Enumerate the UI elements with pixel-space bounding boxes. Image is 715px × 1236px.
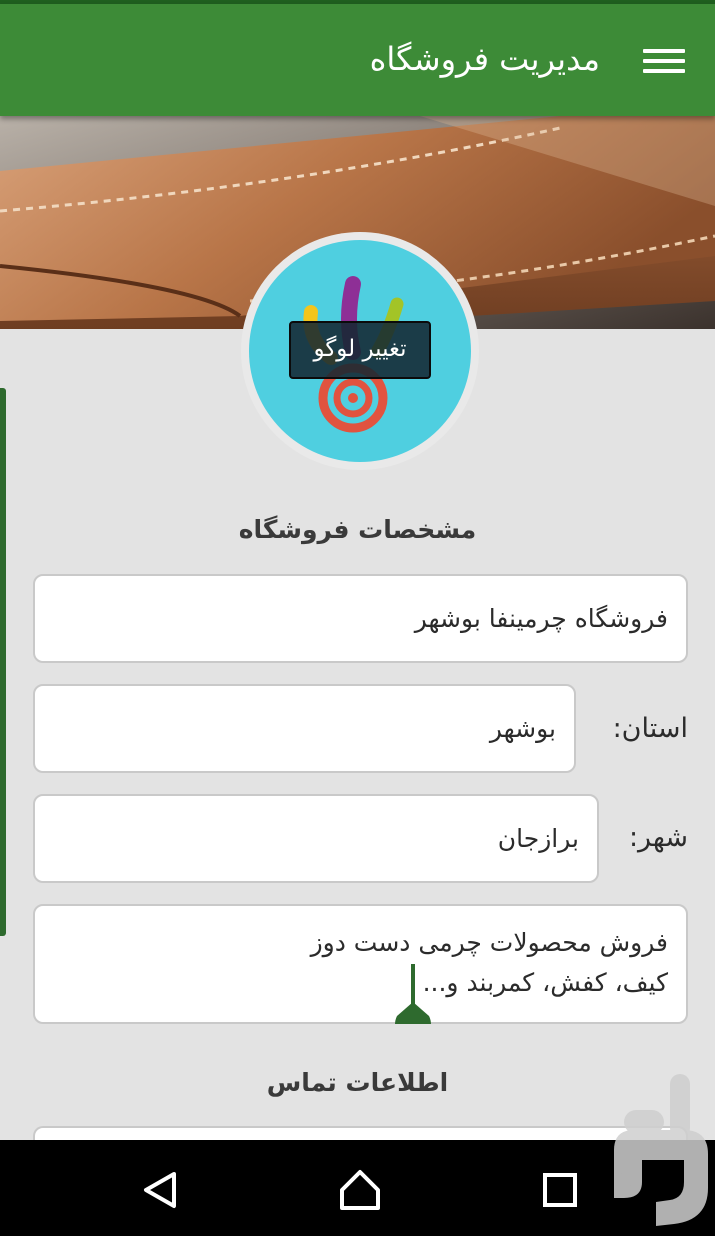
store-info-heading: مشخصات فروشگاه	[238, 515, 477, 544]
home-icon[interactable]	[332, 1162, 388, 1218]
city-label: شهر:	[628, 822, 688, 853]
app-title: مدیریت فروشگاه	[369, 40, 600, 78]
store-name-field[interactable]: فروشگاه چرمینفا بوشهر	[33, 574, 688, 663]
text-cursor-handle-icon[interactable]	[391, 964, 435, 1024]
city-field[interactable]: برازجان	[33, 794, 599, 883]
store-watermark-icon	[614, 1074, 708, 1226]
city-value: برازجان	[497, 824, 579, 853]
province-field[interactable]: بوشهر	[33, 684, 576, 773]
province-value: بوشهر	[489, 714, 556, 743]
recents-square-icon[interactable]	[532, 1162, 588, 1218]
app-bar: مدیریت فروشگاه	[0, 4, 715, 116]
description-field[interactable]: فروش محصولات چرمی دست دوز کیف، کفش، کمرب…	[33, 904, 688, 1024]
scroll-indicator	[0, 388, 6, 936]
description-line-1: فروش محصولات چرمی دست دوز	[310, 928, 668, 957]
store-name-value: فروشگاه چرمینفا بوشهر	[414, 604, 668, 633]
description-line-2: کیف، کفش، کمربند و...	[422, 968, 668, 997]
hamburger-menu-icon[interactable]	[643, 46, 685, 76]
province-label: استان:	[612, 713, 688, 744]
back-triangle-icon[interactable]	[132, 1162, 188, 1218]
change-logo-button[interactable]: تغییر لوگو	[289, 321, 431, 379]
